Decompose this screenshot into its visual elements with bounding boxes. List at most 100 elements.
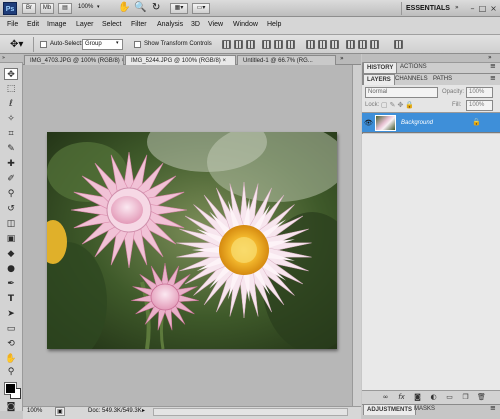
arrange-documents-button[interactable]: ▦▾: [170, 3, 188, 14]
minimize-button[interactable]: –: [468, 4, 477, 13]
layer-name[interactable]: Background: [401, 120, 433, 126]
history-brush-icon[interactable]: ↺: [4, 203, 18, 215]
auto-align-layers-icon[interactable]: [394, 40, 403, 49]
blend-mode-dropdown[interactable]: Normal: [365, 87, 438, 98]
gradient-tool-icon[interactable]: ▣: [4, 233, 18, 245]
auto-select-checkbox[interactable]: [40, 41, 47, 48]
layer-style-icon[interactable]: fx: [397, 393, 406, 402]
lasso-tool-icon[interactable]: ℓ: [4, 98, 18, 110]
chevron-down-icon[interactable]: ▾: [97, 4, 100, 10]
group-folder-icon[interactable]: ▭: [445, 393, 454, 402]
tab-paths[interactable]: PATHS: [430, 74, 455, 85]
maximize-button[interactable]: □: [478, 4, 487, 13]
menu-bar: File Edit Image Layer Select Filter Anal…: [0, 17, 500, 35]
align-bottom-icon[interactable]: [246, 40, 255, 49]
align-top-icon[interactable]: [222, 40, 231, 49]
menu-3d[interactable]: 3D: [191, 21, 200, 28]
tab-layers[interactable]: LAYERS: [363, 74, 395, 85]
distribute-top-icon[interactable]: [306, 40, 315, 49]
panel-menu-icon[interactable]: ≡: [490, 404, 496, 412]
blur-tool-icon[interactable]: ◆: [4, 248, 18, 260]
new-layer-icon[interactable]: ❐: [461, 393, 470, 402]
align-vertical-center-icon[interactable]: [234, 40, 243, 49]
trash-icon[interactable]: 🗑: [477, 393, 486, 402]
vertical-scrollbar[interactable]: [352, 65, 361, 406]
shape-tool-icon[interactable]: ▭: [4, 323, 18, 335]
menu-view[interactable]: View: [208, 21, 223, 28]
menu-help[interactable]: Help: [267, 21, 281, 28]
bridge-button[interactable]: Br: [22, 3, 36, 14]
menu-image[interactable]: Image: [47, 21, 66, 28]
chevron-right-icon[interactable]: »: [340, 55, 344, 62]
tab-history[interactable]: HISTORY: [363, 62, 398, 73]
fill-input[interactable]: 100%: [466, 100, 493, 111]
tab-img-4703[interactable]: IMG_4703.JPG @ 100% (RGB/8) ×: [24, 55, 124, 65]
view-extras-button[interactable]: ▤: [58, 3, 72, 14]
zoom-tool-icon[interactable]: 🔍: [134, 2, 146, 13]
move-tool-preset-icon[interactable]: ✥▾: [4, 37, 34, 52]
foreground-color-swatch-top[interactable]: [5, 383, 16, 394]
menu-window[interactable]: Window: [233, 21, 258, 28]
opacity-input[interactable]: 100%: [466, 87, 493, 98]
pen-tool-icon[interactable]: ✒: [4, 278, 18, 290]
clone-stamp-icon[interactable]: ⚲: [4, 188, 18, 200]
collapse-panel-icon[interactable]: »: [488, 54, 492, 61]
document-image[interactable]: [47, 132, 337, 349]
document-info-icon[interactable]: ▣: [55, 407, 65, 416]
horizontal-scrollbar[interactable]: [153, 408, 348, 416]
tab-adjustments[interactable]: ADJUSTMENTS: [363, 404, 417, 415]
tab-untitled-1[interactable]: Untitled-1 @ 66.7% (RG...: [237, 55, 336, 65]
minibridge-button[interactable]: Mb: [40, 3, 54, 14]
marquee-tool-icon[interactable]: ⬚: [4, 83, 18, 95]
zoom-level[interactable]: 100%: [78, 4, 93, 10]
tab-channels[interactable]: CHANNELS: [392, 74, 431, 85]
eye-icon[interactable]: 👁: [364, 119, 373, 127]
chevron-right-icon[interactable]: »: [455, 4, 459, 11]
close-button[interactable]: ×: [489, 4, 498, 13]
menu-edit[interactable]: Edit: [27, 21, 39, 28]
eyedropper-icon[interactable]: ✎: [4, 143, 18, 155]
status-zoom[interactable]: 100%: [27, 408, 42, 414]
brush-tool-icon[interactable]: ✐: [4, 173, 18, 185]
healing-brush-icon[interactable]: ✚: [4, 158, 18, 170]
distribute-horizontal-center-icon[interactable]: [358, 40, 367, 49]
quick-mask-icon[interactable]: ◙: [4, 401, 18, 413]
screen-mode-button[interactable]: ▭▾: [192, 3, 210, 14]
show-transform-checkbox[interactable]: [134, 41, 141, 48]
panel-menu-icon[interactable]: ≡: [490, 62, 496, 70]
align-horizontal-center-icon[interactable]: [274, 40, 283, 49]
tab-actions[interactable]: ACTIONS: [397, 62, 430, 73]
lock-icons[interactable]: ▢✎✥🔒: [381, 101, 416, 109]
link-layers-icon[interactable]: ∞: [381, 393, 390, 402]
menu-analysis[interactable]: Analysis: [157, 21, 183, 28]
hand-tool-icon[interactable]: ✋: [4, 353, 18, 365]
tab-img-5244[interactable]: IMG_5244.JPG @ 100% (RGB/8) ×: [125, 55, 236, 65]
dodge-tool-icon[interactable]: ●: [4, 263, 18, 275]
tab-masks[interactable]: MASKS: [411, 404, 438, 415]
status-menu-arrow-icon[interactable]: ▸: [142, 407, 145, 414]
distribute-right-icon[interactable]: [370, 40, 379, 49]
menu-file[interactable]: File: [7, 21, 18, 28]
menu-select[interactable]: Select: [102, 21, 121, 28]
zoom-tool-icon[interactable]: ⚲: [4, 366, 18, 378]
distribute-left-icon[interactable]: [346, 40, 355, 49]
crop-tool-icon[interactable]: ⌗: [4, 128, 18, 140]
distribute-bottom-icon[interactable]: [330, 40, 339, 49]
panel-menu-icon[interactable]: ≡: [490, 74, 496, 82]
tools-panel-header[interactable]: »: [0, 54, 23, 63]
type-tool-icon[interactable]: T: [4, 293, 18, 305]
magic-wand-icon[interactable]: ✧: [4, 113, 18, 125]
move-tool-icon[interactable]: ✥: [4, 68, 18, 80]
menu-filter[interactable]: Filter: [131, 21, 147, 28]
3d-rotate-icon[interactable]: ⟲: [4, 338, 18, 350]
rotate-view-icon[interactable]: ↻: [152, 2, 160, 13]
layer-mask-icon[interactable]: ◙: [413, 393, 422, 402]
menu-layer[interactable]: Layer: [76, 21, 94, 28]
eraser-tool-icon[interactable]: ◫: [4, 218, 18, 230]
path-selection-icon[interactable]: ➤: [4, 308, 18, 320]
align-right-icon[interactable]: [286, 40, 295, 49]
distribute-vertical-center-icon[interactable]: [318, 40, 327, 49]
adjustment-layer-icon[interactable]: ◐: [429, 393, 438, 402]
hand-icon[interactable]: ✋: [118, 2, 130, 13]
align-left-icon[interactable]: [262, 40, 271, 49]
